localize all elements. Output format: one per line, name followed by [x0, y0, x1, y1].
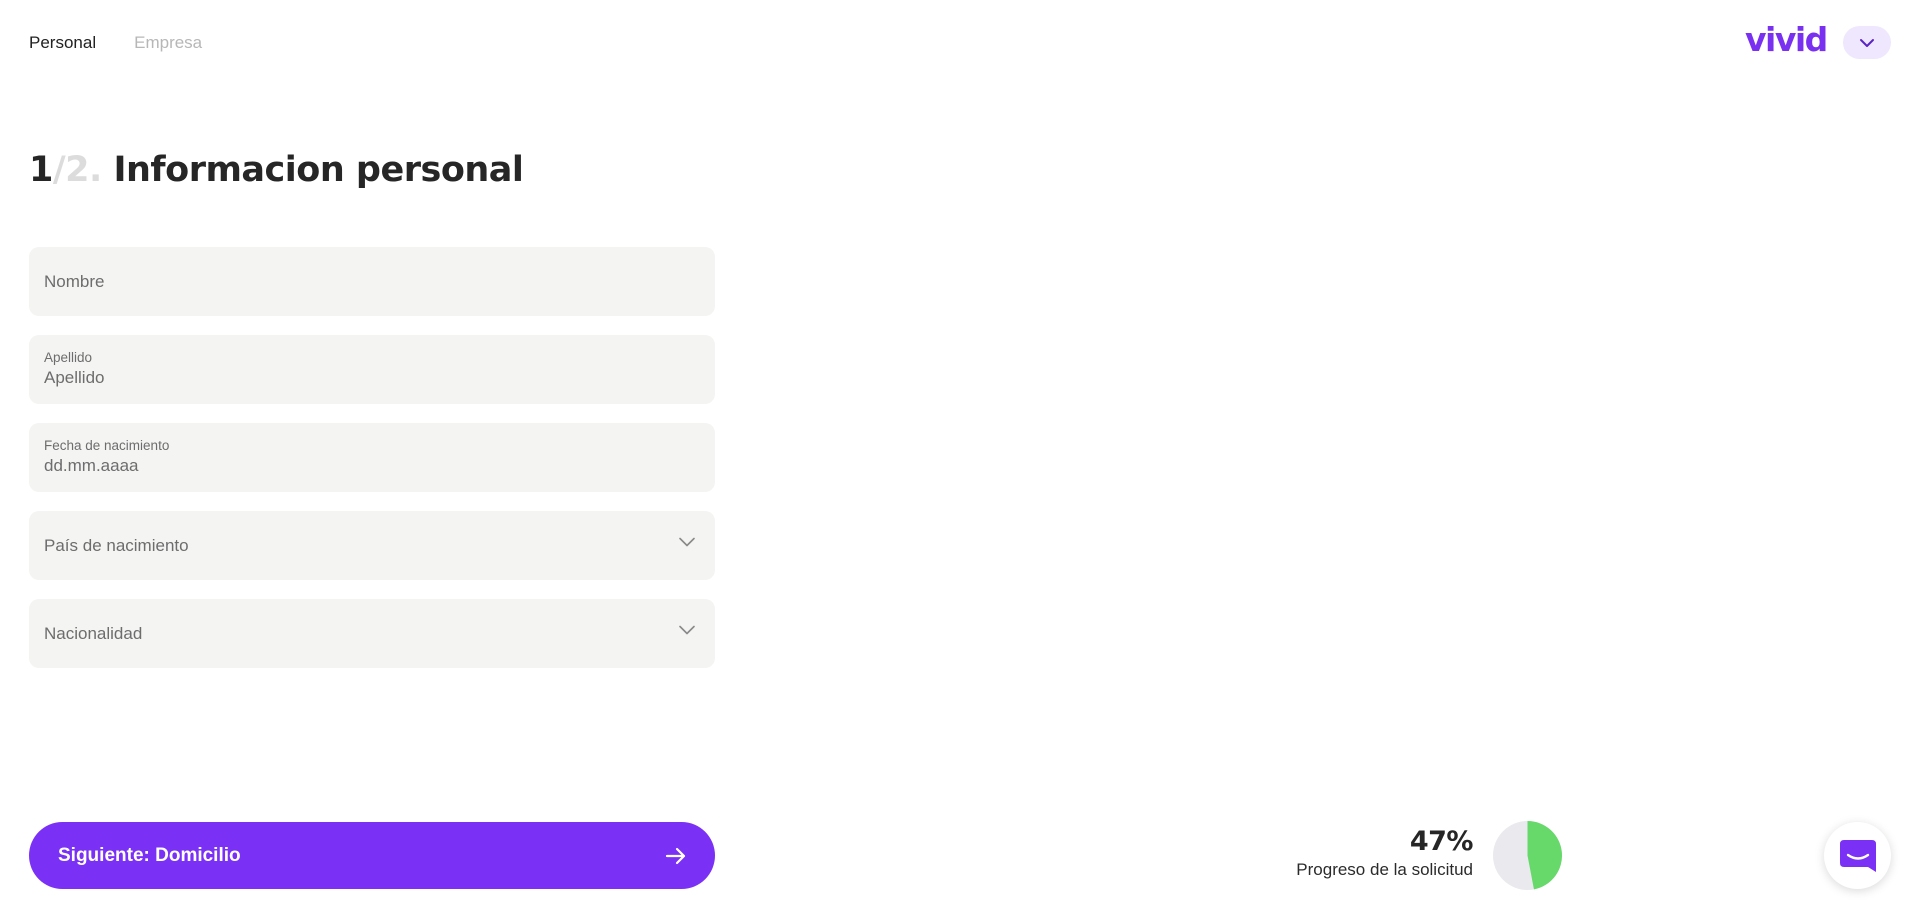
step-total: /2.: [52, 150, 102, 190]
next-step-label: Siguiente: Domicilio: [58, 844, 241, 866]
fecha-nacimiento-placeholder: dd.mm.aaaa: [44, 456, 139, 475]
chevron-down-icon: [679, 537, 695, 547]
nacionalidad-placeholder: Nacionalidad: [44, 624, 143, 643]
step-current: 1: [29, 150, 53, 190]
next-step-button[interactable]: Siguiente: Domicilio: [29, 822, 715, 889]
pais-nacimiento-select[interactable]: País de nacimiento: [29, 511, 715, 580]
apellido-label: Apellido: [44, 350, 93, 365]
progress-percent: 47%: [1409, 826, 1474, 857]
top-nav: Personal Empresa: [29, 30, 202, 56]
personal-info-form: Nombre Apellido Apellido Fecha de nacimi…: [29, 247, 715, 687]
pais-nacimiento-placeholder: País de nacimiento: [44, 536, 189, 555]
page-title: 1/2. Informacion personal: [29, 150, 524, 190]
nacionalidad-select[interactable]: Nacionalidad: [29, 599, 715, 668]
progress-label: Progreso de la solicitud: [1296, 860, 1473, 879]
chevron-down-icon: [1860, 38, 1874, 47]
apellido-field[interactable]: Apellido Apellido: [29, 335, 715, 404]
header-menu-toggle[interactable]: [1843, 26, 1891, 59]
vivid-logo[interactable]: vivid: [1745, 20, 1828, 59]
nombre-field[interactable]: Nombre: [29, 247, 715, 316]
fecha-nacimiento-field[interactable]: Fecha de nacimiento dd.mm.aaaa: [29, 423, 715, 492]
tab-empresa[interactable]: Empresa: [134, 30, 202, 56]
progress-pie-fill: [1527, 821, 1562, 890]
nombre-placeholder: Nombre: [44, 272, 105, 291]
apellido-placeholder: Apellido: [44, 368, 105, 387]
chat-bubble-icon: [1839, 839, 1876, 872]
fecha-nacimiento-label: Fecha de nacimiento: [44, 438, 170, 453]
page-title-text: Informacion personal: [113, 150, 524, 190]
arrow-right-icon: [665, 847, 686, 864]
progress-summary: 47% Progreso de la solicitud: [1296, 826, 1473, 880]
tab-personal[interactable]: Personal: [29, 30, 96, 56]
chevron-down-icon: [679, 625, 695, 635]
chat-support-button[interactable]: [1824, 822, 1891, 889]
progress-pie-chart: [1493, 821, 1562, 890]
